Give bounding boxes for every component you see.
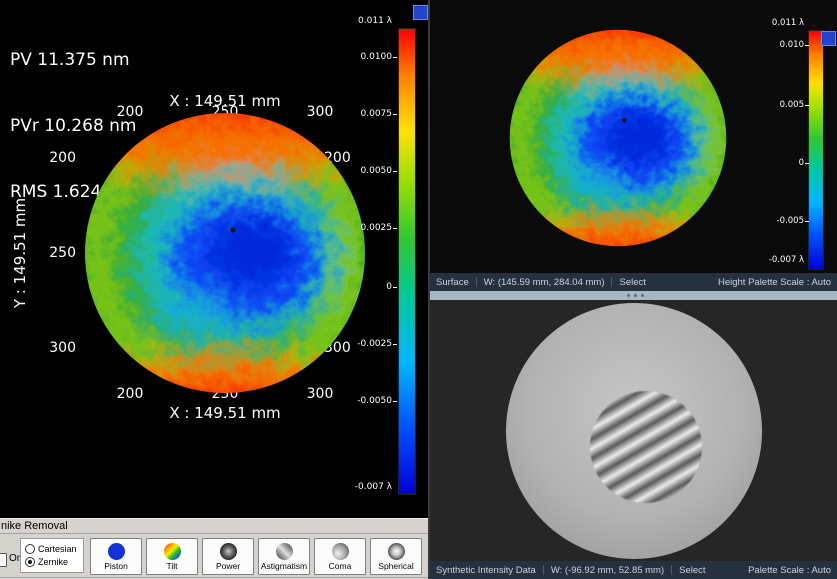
statusbar-mode[interactable]: Select [619,277,645,288]
y-axis-label-left: Y : 149.51 mm [11,198,29,308]
analysis-plot-panel: PV 11.375 nm PVr 10.268 nm RMS 1.624 nm … [0,0,428,579]
center-marker [230,227,235,232]
surface-statusbar: Surface W: (145.59 mm, 284.04 mm) Select… [430,273,837,291]
power-button[interactable]: Power [202,538,254,575]
colorbar-tick: -0.0050 [338,396,392,406]
zernike-removal-panel: nike Removal On Cartesian Zernike Piston… [0,518,428,579]
piston-icon [108,543,125,560]
colorbar-tick: 0.0075 [338,109,392,119]
zernike-term-buttons: Piston Tilt Power Astigmatism Coma Spher… [90,538,422,575]
astigmatism-button[interactable]: Astigmatism [258,538,310,575]
colorbar-min-label: -0.007 λ [338,482,392,492]
on-checkbox[interactable] [0,553,7,567]
y-tick: 250 [42,245,76,261]
coma-button[interactable]: Coma [314,538,366,575]
x-axis-label-bottom: X : 149.51 mm [169,404,280,422]
intensity-statusbar: Synthetic Intensity Data W: (-96.92 mm, … [430,561,837,579]
pv-stat: PV 11.375 nm [10,49,139,71]
spherical-button[interactable]: Spherical [370,538,422,575]
interference-fringes [590,391,702,503]
radio-label: Zernike [38,557,68,567]
statusbar-palette-scale[interactable]: Height Palette Scale : Auto [718,277,831,288]
y-tick: 300 [42,340,76,356]
colorbar-tick: 0.010 [734,40,804,50]
surface-height-map-small[interactable] [502,22,734,254]
scale-settings-button[interactable] [413,5,428,20]
height-colorbar-small [808,30,824,270]
intensity-view-panel: Synthetic Intensity Data W: (-96.92 mm, … [430,300,837,579]
colorbar-tick: 0.0050 [338,166,392,176]
scale-settings-button[interactable] [821,31,836,46]
y-tick: 200 [42,150,76,166]
colorbar-tick: -0.0025 [338,339,392,349]
colorbar-tick: -0.005 [734,216,804,226]
colorbar-tick: 0.005 [734,100,804,110]
radio-label: Cartesian [38,544,77,554]
astigmatism-icon [276,543,293,560]
term-label: Power [216,561,240,571]
colorbar-tick: 0.0100 [338,52,392,62]
statusbar-coordinates: W: (-96.92 mm, 52.85 mm) [551,565,664,576]
statusbar-view-name[interactable]: Surface [436,277,469,288]
coma-icon [332,543,349,560]
colorbar-tick: 0.0025 [338,223,392,233]
spherical-icon [388,543,405,560]
radio-button-icon[interactable] [25,557,35,567]
basis-radio-group: Cartesian Zernike [20,538,84,573]
radio-zernike[interactable]: Zernike [25,557,79,567]
statusbar-separator [476,277,477,287]
term-label: Tilt [166,561,177,571]
piston-button[interactable]: Piston [90,538,142,575]
statusbar-palette-scale[interactable]: Palette Scale : Auto [748,565,831,576]
height-colorbar [398,28,416,495]
statusbar-separator [611,277,612,287]
surface-view-panel: 0.011 λ 0.010 0.005 0 -0.005 -0.007 λ Su… [430,0,837,291]
statusbar-view-name[interactable]: Synthetic Intensity Data [436,565,536,576]
term-label: Coma [329,561,352,571]
colorbar-max-label: 0.011 λ [338,16,392,26]
surface-height-map[interactable] [75,103,375,403]
statusbar-separator [543,565,544,575]
power-icon [220,543,237,560]
tilt-icon [164,543,181,560]
colorbar-tick: 0 [338,282,392,292]
term-label: Spherical [378,561,413,571]
colorbar-min-label: -0.007 λ [734,255,804,265]
radio-cartesian[interactable]: Cartesian [25,544,79,554]
radio-button-icon[interactable] [25,544,35,554]
panel-splitter[interactable] [430,291,837,300]
statusbar-coordinates: W: (145.59 mm, 284.04 mm) [484,277,605,288]
statusbar-separator [671,565,672,575]
colorbar-tick: 0 [734,158,804,168]
center-marker [622,118,626,122]
intensity-pupil-image[interactable] [506,303,762,559]
splitter-grip-icon [634,294,637,297]
colorbar-max-label: 0.011 λ [734,18,804,28]
tilt-button[interactable]: Tilt [146,538,198,575]
term-label: Astigmatism [261,561,307,571]
panel-title: nike Removal [1,520,68,532]
statusbar-mode[interactable]: Select [679,565,705,576]
term-label: Piston [104,561,128,571]
